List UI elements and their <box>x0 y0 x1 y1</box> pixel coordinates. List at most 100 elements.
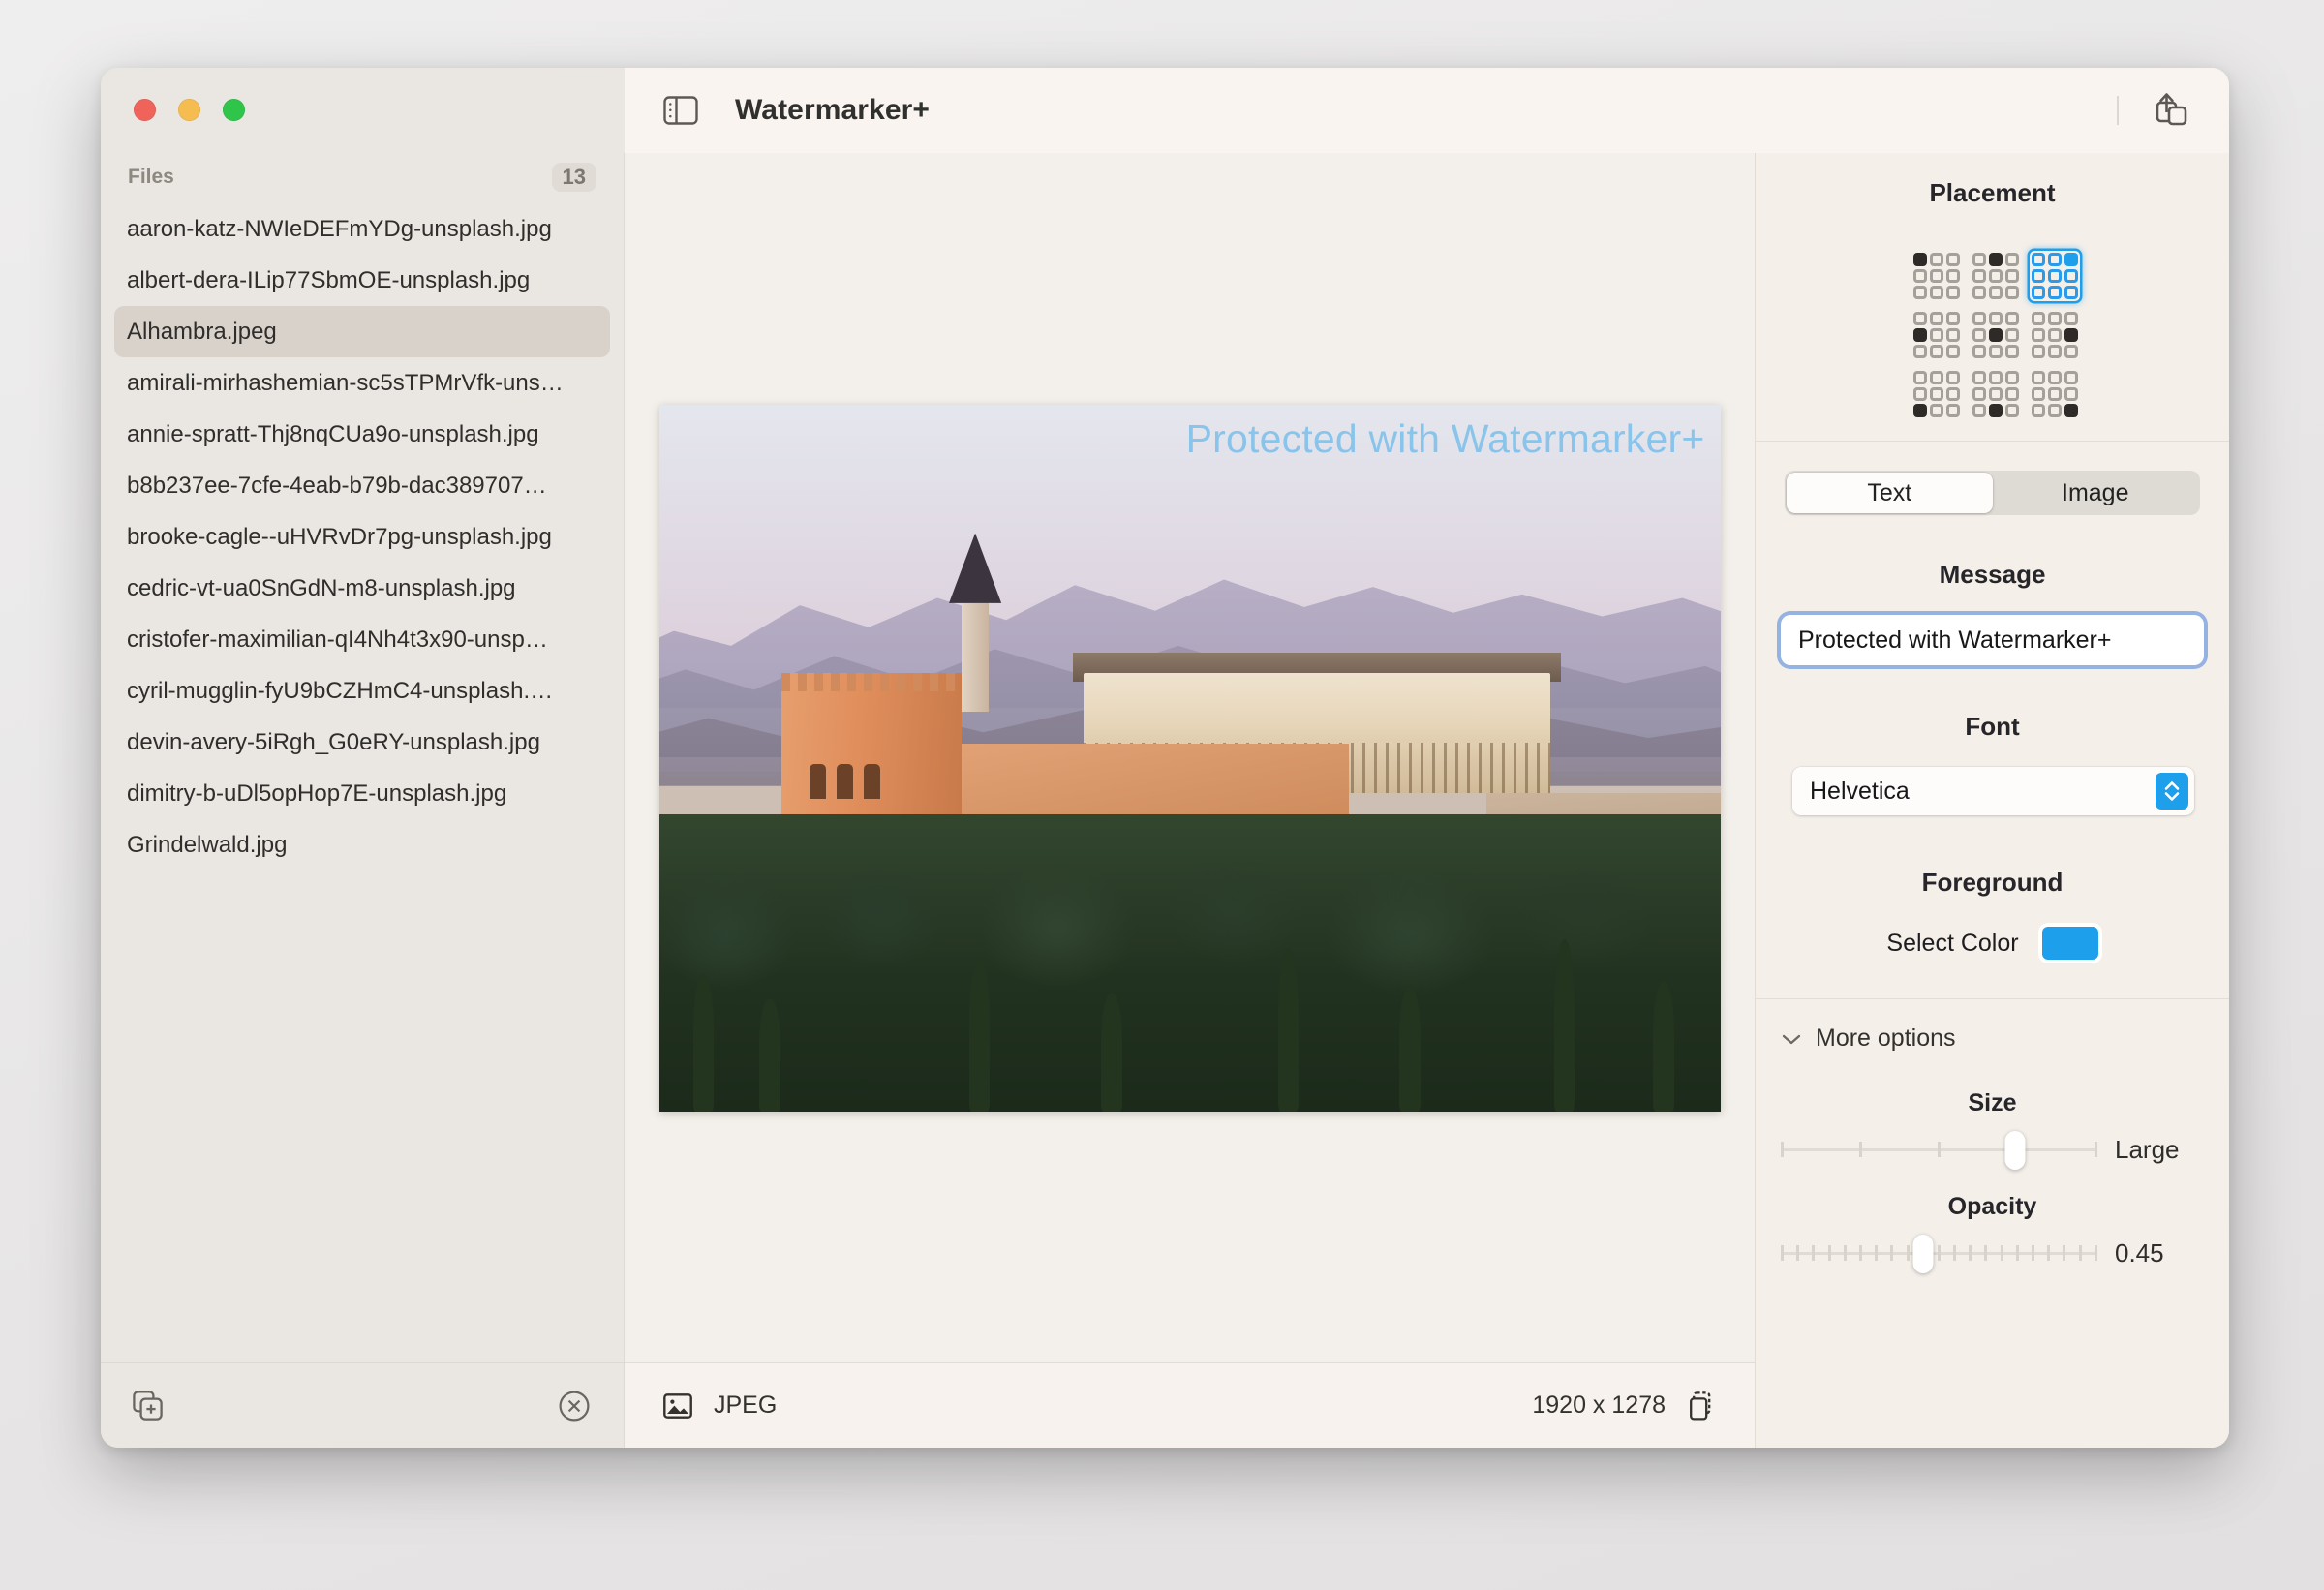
placement-dot[interactable] <box>2048 328 2062 342</box>
placement-dot[interactable] <box>1946 286 1960 299</box>
list-item[interactable]: Alhambra.jpeg <box>114 306 610 357</box>
placement-dot[interactable] <box>2032 345 2045 358</box>
list-item[interactable]: Grindelwald.jpg <box>114 819 610 871</box>
placement-dot[interactable] <box>2032 371 2045 384</box>
placement-dot[interactable] <box>1972 371 1986 384</box>
placement-dot[interactable] <box>1913 312 1927 325</box>
placement-dot[interactable] <box>2048 404 2062 417</box>
placement-dot[interactable] <box>2064 286 2078 299</box>
placement-dot[interactable] <box>1972 269 1986 283</box>
placement-dot[interactable] <box>2032 387 2045 401</box>
placement-dot[interactable] <box>1913 253 1927 266</box>
placement-dot[interactable] <box>2032 269 2045 283</box>
placement-block-8[interactable] <box>2030 369 2080 419</box>
placement-dot[interactable] <box>2005 286 2019 299</box>
placement-dot[interactable] <box>1989 387 2003 401</box>
placement-dot[interactable] <box>2048 269 2062 283</box>
list-item[interactable]: annie-spratt-Thj8nqCUa9o-unsplash.jpg <box>114 409 610 460</box>
placement-dot[interactable] <box>1989 253 2003 266</box>
placement-block-2[interactable] <box>2030 251 2080 301</box>
placement-dot[interactable] <box>2032 328 2045 342</box>
placement-dot[interactable] <box>2064 371 2078 384</box>
placement-dot[interactable] <box>1946 253 1960 266</box>
sidebar-toggle-icon[interactable] <box>663 96 698 125</box>
list-item[interactable]: b8b237ee-7cfe-4eab-b79b-dac389707… <box>114 460 610 511</box>
list-item[interactable]: amirali-mirhashemian-sc5sTPMrVfk-uns… <box>114 357 610 409</box>
placement-dot[interactable] <box>1946 387 1960 401</box>
placement-dot[interactable] <box>2005 371 2019 384</box>
placement-dot[interactable] <box>2064 404 2078 417</box>
placement-dot[interactable] <box>2005 312 2019 325</box>
tab-image[interactable]: Image <box>1993 473 2199 513</box>
placement-dot[interactable] <box>1989 328 2003 342</box>
placement-dot[interactable] <box>1913 345 1927 358</box>
placement-dot[interactable] <box>1913 404 1927 417</box>
placement-block-6[interactable] <box>1911 369 1962 419</box>
placement-dot[interactable] <box>2005 345 2019 358</box>
size-slider[interactable] <box>1781 1133 2097 1166</box>
mode-segmented-control[interactable]: Text Image <box>1785 471 2200 515</box>
image-preview[interactable]: Protected with Watermarker+ <box>659 405 1721 1112</box>
placement-dot[interactable] <box>2064 253 2078 266</box>
placement-dot[interactable] <box>1989 312 2003 325</box>
add-duplicate-icon[interactable] <box>132 1390 165 1422</box>
placement-dot[interactable] <box>2005 328 2019 342</box>
size-slider-thumb[interactable] <box>2004 1131 2025 1170</box>
placement-dot[interactable] <box>2032 312 2045 325</box>
font-select[interactable]: Helvetica <box>1792 767 2194 815</box>
placement-dot[interactable] <box>2064 312 2078 325</box>
placement-dot[interactable] <box>1946 312 1960 325</box>
placement-dot[interactable] <box>2064 387 2078 401</box>
placement-block-1[interactable] <box>1971 251 2021 301</box>
placement-dot[interactable] <box>2048 345 2062 358</box>
placement-dot[interactable] <box>1972 328 1986 342</box>
placement-dot[interactable] <box>1946 371 1960 384</box>
placement-block-3[interactable] <box>1911 310 1962 360</box>
placement-dot[interactable] <box>2048 387 2062 401</box>
placement-dot[interactable] <box>1946 269 1960 283</box>
opacity-slider-thumb[interactable] <box>1913 1235 1934 1273</box>
placement-dot[interactable] <box>1930 387 1943 401</box>
placement-dot[interactable] <box>1930 345 1943 358</box>
placement-dot[interactable] <box>2064 345 2078 358</box>
placement-dot[interactable] <box>1930 286 1943 299</box>
placement-grid[interactable] <box>1911 251 2074 419</box>
placement-block-5[interactable] <box>2030 310 2080 360</box>
more-options-toggle[interactable]: More options <box>1781 1024 2204 1053</box>
placement-dot[interactable] <box>1930 404 1943 417</box>
list-item[interactable]: aaron-katz-NWIeDEFmYDg-unsplash.jpg <box>114 203 610 255</box>
list-item[interactable]: cedric-vt-ua0SnGdN-m8-unsplash.jpg <box>114 563 610 614</box>
tab-text[interactable]: Text <box>1787 473 1993 513</box>
placement-dot[interactable] <box>1989 345 2003 358</box>
stepper-up-down-icon[interactable] <box>2156 773 2188 810</box>
placement-dot[interactable] <box>1989 286 2003 299</box>
placement-dot[interactable] <box>1930 312 1943 325</box>
placement-dot[interactable] <box>1913 387 1927 401</box>
copy-icon[interactable] <box>1687 1391 1714 1421</box>
placement-dot[interactable] <box>1989 371 2003 384</box>
placement-dot[interactable] <box>2048 312 2062 325</box>
placement-dot[interactable] <box>2048 286 2062 299</box>
placement-dot[interactable] <box>1972 312 1986 325</box>
placement-dot[interactable] <box>1972 253 1986 266</box>
placement-dot[interactable] <box>1989 404 2003 417</box>
placement-dot[interactable] <box>2064 328 2078 342</box>
placement-dot[interactable] <box>2032 253 2045 266</box>
placement-dot[interactable] <box>2032 404 2045 417</box>
placement-dot[interactable] <box>1930 269 1943 283</box>
placement-dot[interactable] <box>1913 371 1927 384</box>
list-item[interactable]: cyril-mugglin-fyU9bCZHmC4-unsplash.… <box>114 665 610 717</box>
maximize-button[interactable] <box>223 99 245 121</box>
list-item[interactable]: dimitry-b-uDl5opHop7E-unsplash.jpg <box>114 768 610 819</box>
placement-dot[interactable] <box>1913 286 1927 299</box>
clear-circle-x-icon[interactable] <box>558 1390 591 1422</box>
placement-dot[interactable] <box>2005 253 2019 266</box>
placement-dot[interactable] <box>1913 269 1927 283</box>
close-button[interactable] <box>134 99 156 121</box>
minimize-button[interactable] <box>178 99 200 121</box>
placement-dot[interactable] <box>1972 387 1986 401</box>
list-item[interactable]: cristofer-maximilian-qI4Nh4t3x90-unsp… <box>114 614 610 665</box>
placement-dot[interactable] <box>1946 345 1960 358</box>
placement-dot[interactable] <box>1946 404 1960 417</box>
message-input[interactable]: Protected with Watermarker+ <box>1781 615 2204 665</box>
